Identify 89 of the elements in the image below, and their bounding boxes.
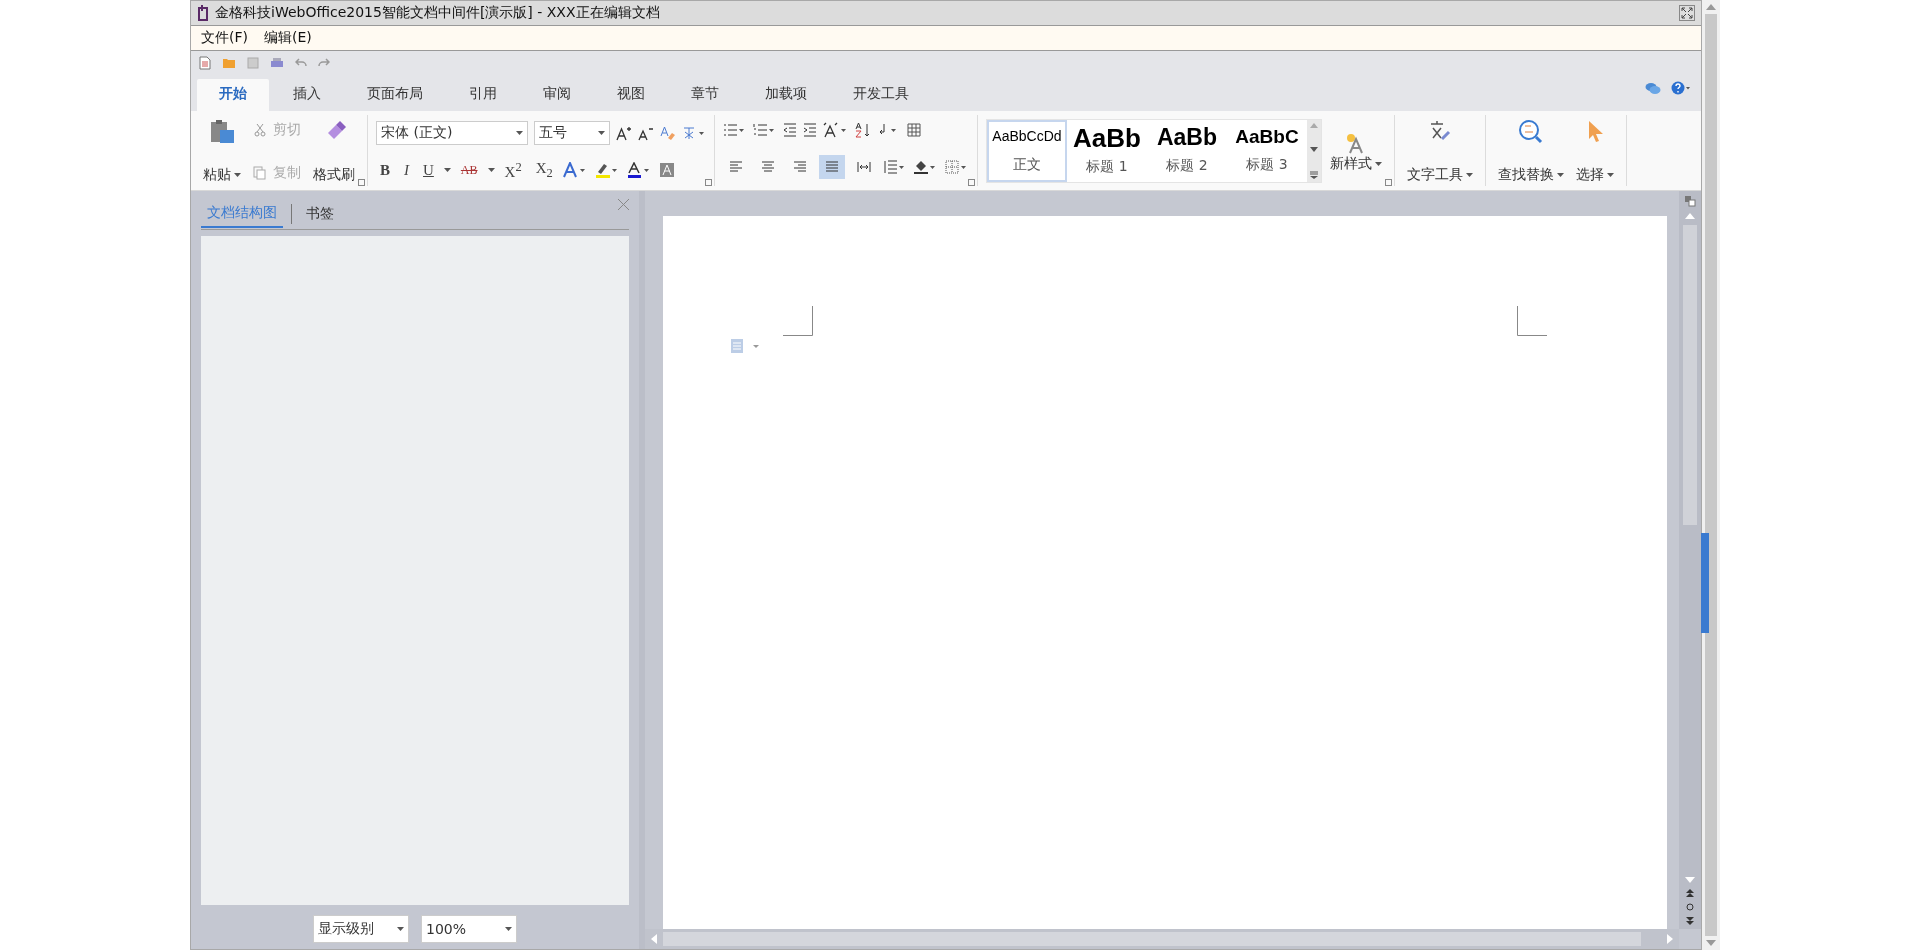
chat-icon[interactable] <box>1645 81 1661 95</box>
scroll-left-icon[interactable] <box>651 934 657 944</box>
redo-icon[interactable] <box>318 58 330 68</box>
caret-icon <box>1375 161 1382 166</box>
browse-object-icon[interactable] <box>1686 903 1694 911</box>
undo-icon[interactable] <box>295 58 307 68</box>
ribbon-tab[interactable]: 审阅 <box>521 79 593 111</box>
caret-icon[interactable] <box>487 168 495 172</box>
save-icon[interactable] <box>247 57 259 69</box>
text-tools-button[interactable]: 文字工具 <box>1403 115 1477 186</box>
zoom-dropdown[interactable]: 100% <box>421 915 517 943</box>
scroll-up-icon[interactable] <box>1685 213 1695 219</box>
help-icon[interactable] <box>1671 81 1691 95</box>
split-icon[interactable] <box>1684 195 1696 207</box>
more-icon[interactable] <box>1310 170 1318 179</box>
style-preset[interactable]: AaBbC 标题 3 <box>1227 119 1307 182</box>
subscript-button[interactable]: X$_{2}$ <box>531 159 557 181</box>
menu-item[interactable]: 编辑(E) <box>264 29 312 47</box>
caret-icon[interactable] <box>443 168 451 172</box>
strikethrough-button[interactable]: AB <box>456 162 482 178</box>
select-button[interactable]: 选择 <box>1572 115 1618 186</box>
scroll-right-icon[interactable] <box>1667 934 1673 944</box>
style-preset[interactable]: AaBb 标题 2 <box>1147 119 1227 182</box>
caret-icon <box>505 927 512 931</box>
magnifier-icon <box>1518 119 1544 145</box>
character-shading-icon[interactable] <box>658 162 675 178</box>
style-preset[interactable]: AaBb 标题 1 <box>1067 119 1147 182</box>
ribbon-tab[interactable]: 开始 <box>197 79 269 111</box>
caret-icon <box>397 927 404 931</box>
font-size-dropdown[interactable]: 五号 <box>534 120 610 145</box>
increase-indent-icon[interactable] <box>803 122 817 137</box>
fullscreen-icon[interactable] <box>1679 5 1695 21</box>
ribbon-tab[interactable]: 开发工具 <box>831 79 931 111</box>
ribbon-tab[interactable]: 章节 <box>669 79 741 111</box>
margin-corner-icon <box>1517 306 1547 336</box>
printer-icon[interactable] <box>270 57 284 69</box>
eraser-icon[interactable] <box>660 124 676 141</box>
justify-icon[interactable] <box>819 155 845 180</box>
caret-icon <box>234 173 241 177</box>
bullet-list-icon[interactable] <box>723 122 747 137</box>
bold-button[interactable]: B <box>376 161 394 179</box>
ribbon-tab[interactable]: 插入 <box>271 79 343 111</box>
new-document-icon[interactable] <box>199 56 211 70</box>
table-icon[interactable] <box>907 122 921 137</box>
scroll-down-icon[interactable] <box>1310 146 1318 152</box>
numbered-list-icon[interactable] <box>753 122 777 137</box>
app-icon <box>197 5 209 21</box>
italic-button[interactable]: I <box>400 161 413 179</box>
next-page-icon[interactable] <box>1686 917 1694 925</box>
underline-button[interactable]: U <box>419 161 438 179</box>
grow-font-icon[interactable] <box>616 124 632 141</box>
caret-icon <box>1607 173 1614 177</box>
caret-icon <box>516 130 523 135</box>
ribbon-tab[interactable]: 引用 <box>447 79 519 111</box>
caret-icon <box>1466 173 1473 177</box>
paste-button[interactable]: 粘贴 <box>199 115 245 186</box>
line-spacing-icon[interactable] <box>883 160 907 175</box>
superscript-button[interactable]: X$^{2}$ <box>500 159 526 181</box>
close-icon[interactable] <box>618 199 629 210</box>
character-spacing-icon[interactable] <box>823 121 849 138</box>
scrollbar-track[interactable] <box>1705 14 1717 936</box>
decrease-indent-icon[interactable] <box>783 122 797 137</box>
sidebar-tab[interactable]: 书签 <box>300 201 340 227</box>
style-preset[interactable]: AaBbCcDd 正文 <box>987 119 1067 182</box>
scissors-icon <box>253 123 267 137</box>
ribbon-tab[interactable]: 页面布局 <box>345 79 445 111</box>
collapse-handle[interactable] <box>1701 533 1709 633</box>
level-dropdown[interactable]: 显示级别 <box>313 915 409 943</box>
caret-icon <box>1557 173 1564 177</box>
copy-icon <box>253 166 267 180</box>
caret-icon <box>598 130 605 135</box>
window-title: 金格科技iWebOffice2015智能文档中间件[演示版] - XXX正在编辑文档 <box>215 4 661 22</box>
menu-item[interactable]: 文件(F) <box>201 29 248 47</box>
wrench-icon <box>1428 119 1452 143</box>
ribbon-tab[interactable]: 视图 <box>595 79 667 111</box>
ribbon-tab[interactable]: 加载项 <box>743 79 829 111</box>
clipboard-icon <box>208 119 236 145</box>
phonetic-icon[interactable] <box>682 124 706 141</box>
find-replace-button[interactable]: 查找替换 <box>1494 115 1568 186</box>
font-family-dropdown[interactable]: 宋体 (正文) <box>376 120 528 145</box>
borders-icon[interactable] <box>945 160 969 175</box>
scroll-up-icon[interactable] <box>1706 4 1716 10</box>
previous-page-icon[interactable] <box>1686 889 1694 897</box>
scroll-up-icon[interactable] <box>1310 122 1318 128</box>
format-painter-button[interactable]: 格式刷 <box>309 115 359 186</box>
margin-corner-icon <box>783 306 813 336</box>
sort-icon[interactable] <box>855 121 871 138</box>
new-style-button[interactable]: 新样式 <box>1326 126 1386 175</box>
folder-icon[interactable] <box>222 57 236 69</box>
